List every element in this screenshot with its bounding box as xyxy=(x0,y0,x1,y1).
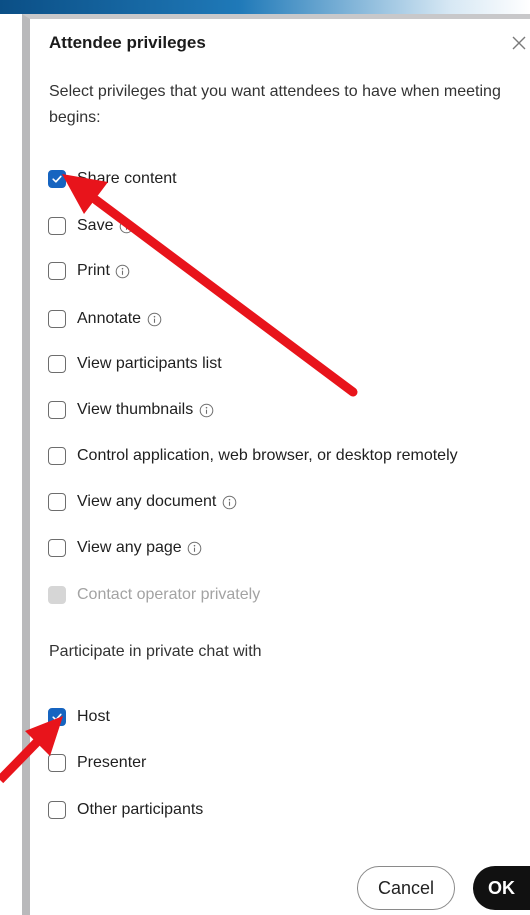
background-window xyxy=(0,14,22,915)
privilege-view-any-page[interactable]: View any page xyxy=(48,536,203,560)
info-icon[interactable] xyxy=(118,218,134,234)
checkbox[interactable] xyxy=(48,801,66,819)
privilege-label: Print xyxy=(77,262,110,279)
checkbox[interactable] xyxy=(48,262,66,280)
close-button[interactable] xyxy=(508,32,530,54)
privilege-label: Contact operator privately xyxy=(77,586,261,603)
privilege-label: Annotate xyxy=(77,310,142,327)
info-icon[interactable] xyxy=(187,540,203,556)
privilege-label: View any page xyxy=(77,539,182,556)
chat-option-host[interactable]: Host xyxy=(48,705,110,729)
info-icon[interactable] xyxy=(221,494,237,510)
chat-option-other-participants[interactable]: Other participants xyxy=(48,798,203,822)
close-icon xyxy=(512,36,526,50)
checkbox xyxy=(48,586,66,604)
privilege-label: View participants list xyxy=(77,355,222,372)
privilege-save[interactable]: Save xyxy=(48,214,134,238)
checkbox[interactable] xyxy=(48,355,66,373)
chat-option-presenter[interactable]: Presenter xyxy=(48,751,146,775)
privilege-control-remotely[interactable]: Control application, web browser, or des… xyxy=(48,444,458,468)
checkbox[interactable] xyxy=(48,493,66,511)
info-icon[interactable] xyxy=(146,311,162,327)
background-window-titlebar xyxy=(0,0,530,14)
privilege-view-thumbnails[interactable]: View thumbnails xyxy=(48,398,214,422)
info-icon[interactable] xyxy=(198,402,214,418)
private-chat-heading: Participate in private chat with xyxy=(49,643,262,660)
checkbox[interactable] xyxy=(48,708,66,726)
cancel-button[interactable]: Cancel xyxy=(357,866,455,910)
checkbox[interactable] xyxy=(48,539,66,557)
privilege-print[interactable]: Print xyxy=(48,259,131,283)
checkbox[interactable] xyxy=(48,170,66,188)
checkbox[interactable] xyxy=(48,310,66,328)
dialog-title: Attendee privileges xyxy=(49,33,206,52)
checkbox[interactable] xyxy=(48,447,66,465)
checkbox[interactable] xyxy=(48,401,66,419)
info-icon[interactable] xyxy=(115,263,131,279)
ok-button[interactable]: OK xyxy=(473,866,530,910)
privilege-label: View thumbnails xyxy=(77,401,194,418)
checkbox[interactable] xyxy=(48,754,66,772)
dialog-description: Select privileges that you want attendee… xyxy=(49,83,501,126)
privilege-view-any-document[interactable]: View any document xyxy=(48,490,237,514)
privilege-label: Save xyxy=(77,217,114,234)
checkmark-icon xyxy=(52,713,62,721)
checkmark-icon xyxy=(52,175,62,183)
privilege-view-participants-list[interactable]: View participants list xyxy=(48,352,222,376)
chat-option-label: Host xyxy=(77,708,110,725)
privilege-label: Share content xyxy=(77,170,177,187)
privilege-label: View any document xyxy=(77,493,217,510)
privilege-share-content[interactable]: Share content xyxy=(48,167,177,191)
chat-option-label: Presenter xyxy=(77,754,147,771)
privilege-label: Control application, web browser, or des… xyxy=(77,447,458,464)
privilege-annotate[interactable]: Annotate xyxy=(48,307,162,331)
checkbox[interactable] xyxy=(48,217,66,235)
chat-option-label: Other participants xyxy=(77,801,204,818)
privilege-contact-operator-privately: Contact operator privately xyxy=(48,583,260,607)
